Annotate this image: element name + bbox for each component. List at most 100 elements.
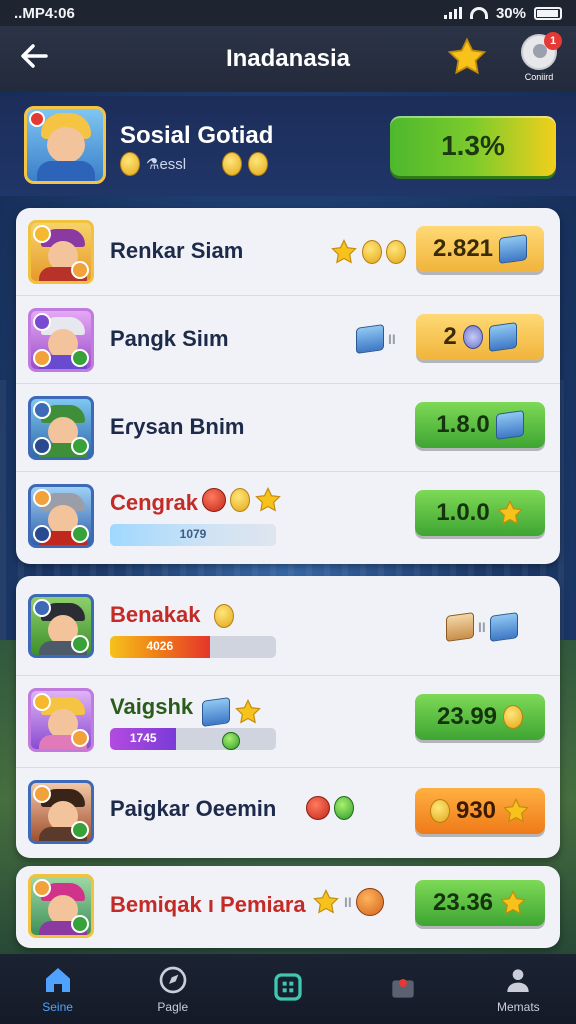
status-bar: ..MP4:06 30%	[0, 0, 576, 26]
nav-item-grid[interactable]	[238, 971, 338, 1007]
grid-icon	[272, 971, 304, 1003]
separator-icon: II	[388, 331, 396, 347]
notification-badge: 1	[544, 32, 562, 50]
list-item[interactable]: Paigkar Oeemin 930	[16, 768, 560, 858]
crate-icon	[495, 410, 524, 440]
value-button[interactable]: 23.99	[415, 694, 545, 740]
reward-icons: II	[356, 324, 396, 354]
back-button[interactable]	[18, 40, 56, 78]
red-coin-icon	[202, 488, 226, 512]
player-name: Eɾysan Bnim	[110, 414, 245, 439]
reward-icons-right: II	[446, 612, 518, 642]
star-icon	[496, 499, 523, 525]
coin-icon	[214, 604, 234, 628]
player-hero: Sosial Gotiad ⚗essl 1.3%	[0, 96, 576, 196]
progress-bar: 1079	[110, 524, 276, 546]
orb-icon	[462, 325, 483, 349]
coin-icon	[429, 799, 450, 823]
hero-value-button[interactable]: 1.3%	[390, 116, 556, 176]
battery-icon	[534, 6, 562, 20]
orange-coin-icon	[355, 888, 384, 916]
nav-item-members[interactable]: Memats	[468, 964, 568, 1014]
reward-icons	[202, 486, 282, 514]
value-button[interactable]: 1.8.0	[415, 402, 545, 448]
crate-icon	[356, 324, 384, 354]
battery-percent: 30%	[495, 4, 526, 22]
value-button[interactable]: 930	[415, 788, 545, 834]
star-icon	[235, 698, 261, 724]
player-name: Bemiqak ı Pemiara	[110, 892, 306, 917]
avatar	[28, 396, 94, 460]
avatar	[28, 780, 94, 844]
avatar	[28, 220, 94, 284]
player-list-card-3: Bemiqak ı Pemiara II 23.36	[16, 866, 560, 948]
green-gem-icon	[222, 732, 240, 750]
favorite-button[interactable]	[446, 36, 488, 78]
value-button[interactable]: 2.821	[416, 226, 544, 272]
player-list-card-2: Benakak 4026 II Vaigshk 1745 23.99 Paigk…	[16, 576, 560, 858]
signal-icon	[443, 7, 462, 19]
separator-icon: II	[478, 619, 486, 635]
separator-icon: II	[344, 894, 352, 910]
coin-icon	[362, 240, 382, 264]
status-time: ..MP4:06	[14, 4, 75, 22]
profile-button[interactable]: 1 Coniird	[514, 32, 564, 88]
arrow-left-icon	[21, 44, 48, 68]
list-item[interactable]: Vaigshk 1745 23.99	[16, 676, 560, 768]
nav-item-page[interactable]: Pagle	[123, 964, 223, 1014]
crate-icon	[489, 612, 518, 642]
star-icon	[255, 486, 281, 512]
progress-bar: 4026	[110, 636, 276, 658]
hero-name: Sosial Gotiad	[120, 122, 274, 149]
coin-icon	[386, 240, 406, 264]
coin-icon	[222, 152, 243, 176]
compass-icon	[157, 964, 189, 996]
player-name: Renkar Siam	[110, 238, 244, 263]
star-icon	[503, 797, 529, 823]
value-button[interactable]: 2	[416, 314, 544, 360]
hero-subtitle: ⚗essl	[120, 152, 269, 176]
value-button[interactable]: 1.0.0	[415, 490, 545, 536]
coin-icon	[248, 152, 269, 176]
profile-label: Coniird	[524, 72, 554, 82]
player-name: Cengrak	[110, 490, 199, 515]
list-item[interactable]: Bemiqak ı Pemiara II 23.36	[16, 866, 560, 948]
player-list-card-1: Renkar Siam 2.821 Pangk Siım II 2 Eɾysan…	[16, 208, 560, 564]
crate-icon	[202, 697, 230, 727]
player-name: Vaigshk	[110, 694, 194, 719]
crate-icon	[499, 234, 528, 264]
player-name: Benakak	[110, 602, 201, 627]
star-icon	[500, 889, 526, 915]
list-item[interactable]: Benakak 4026 II	[16, 576, 560, 676]
coin-icon	[230, 488, 250, 512]
avatar	[28, 308, 94, 372]
list-item[interactable]: Pangk Siım II 2	[16, 296, 560, 384]
list-item[interactable]: Cengrak 1079 1.0.0	[16, 472, 560, 560]
avatar	[28, 594, 94, 658]
reward-icons	[214, 604, 234, 628]
wifi-icon	[469, 7, 488, 19]
list-item[interactable]: Eɾysan Bnim 1.8.0	[16, 384, 560, 472]
chest-icon	[387, 971, 419, 1003]
reward-icons	[306, 796, 354, 820]
nav-item-chest[interactable]	[353, 971, 453, 1007]
reward-icons: II	[312, 888, 384, 916]
reward-icons	[330, 238, 406, 266]
coin-icon	[503, 705, 524, 729]
red-coin-icon	[306, 796, 330, 820]
page-title: Inadanasia	[225, 45, 351, 72]
avatar	[28, 874, 94, 938]
player-name: Paigkar Oeemin	[110, 796, 277, 821]
star-icon	[447, 37, 487, 75]
nav-item-home[interactable]: Seine	[8, 964, 108, 1014]
crate-icon	[446, 612, 474, 642]
star-icon	[313, 888, 339, 914]
home-icon	[42, 964, 74, 996]
star-icon	[331, 238, 357, 264]
coin-icon	[120, 152, 140, 176]
hero-avatar[interactable]	[24, 106, 106, 184]
crate-icon	[488, 322, 517, 352]
list-item[interactable]: Renkar Siam 2.821	[16, 208, 560, 296]
value-button[interactable]: 23.36	[415, 880, 545, 926]
top-header: Inadanasia 1 Coniird	[0, 26, 576, 92]
